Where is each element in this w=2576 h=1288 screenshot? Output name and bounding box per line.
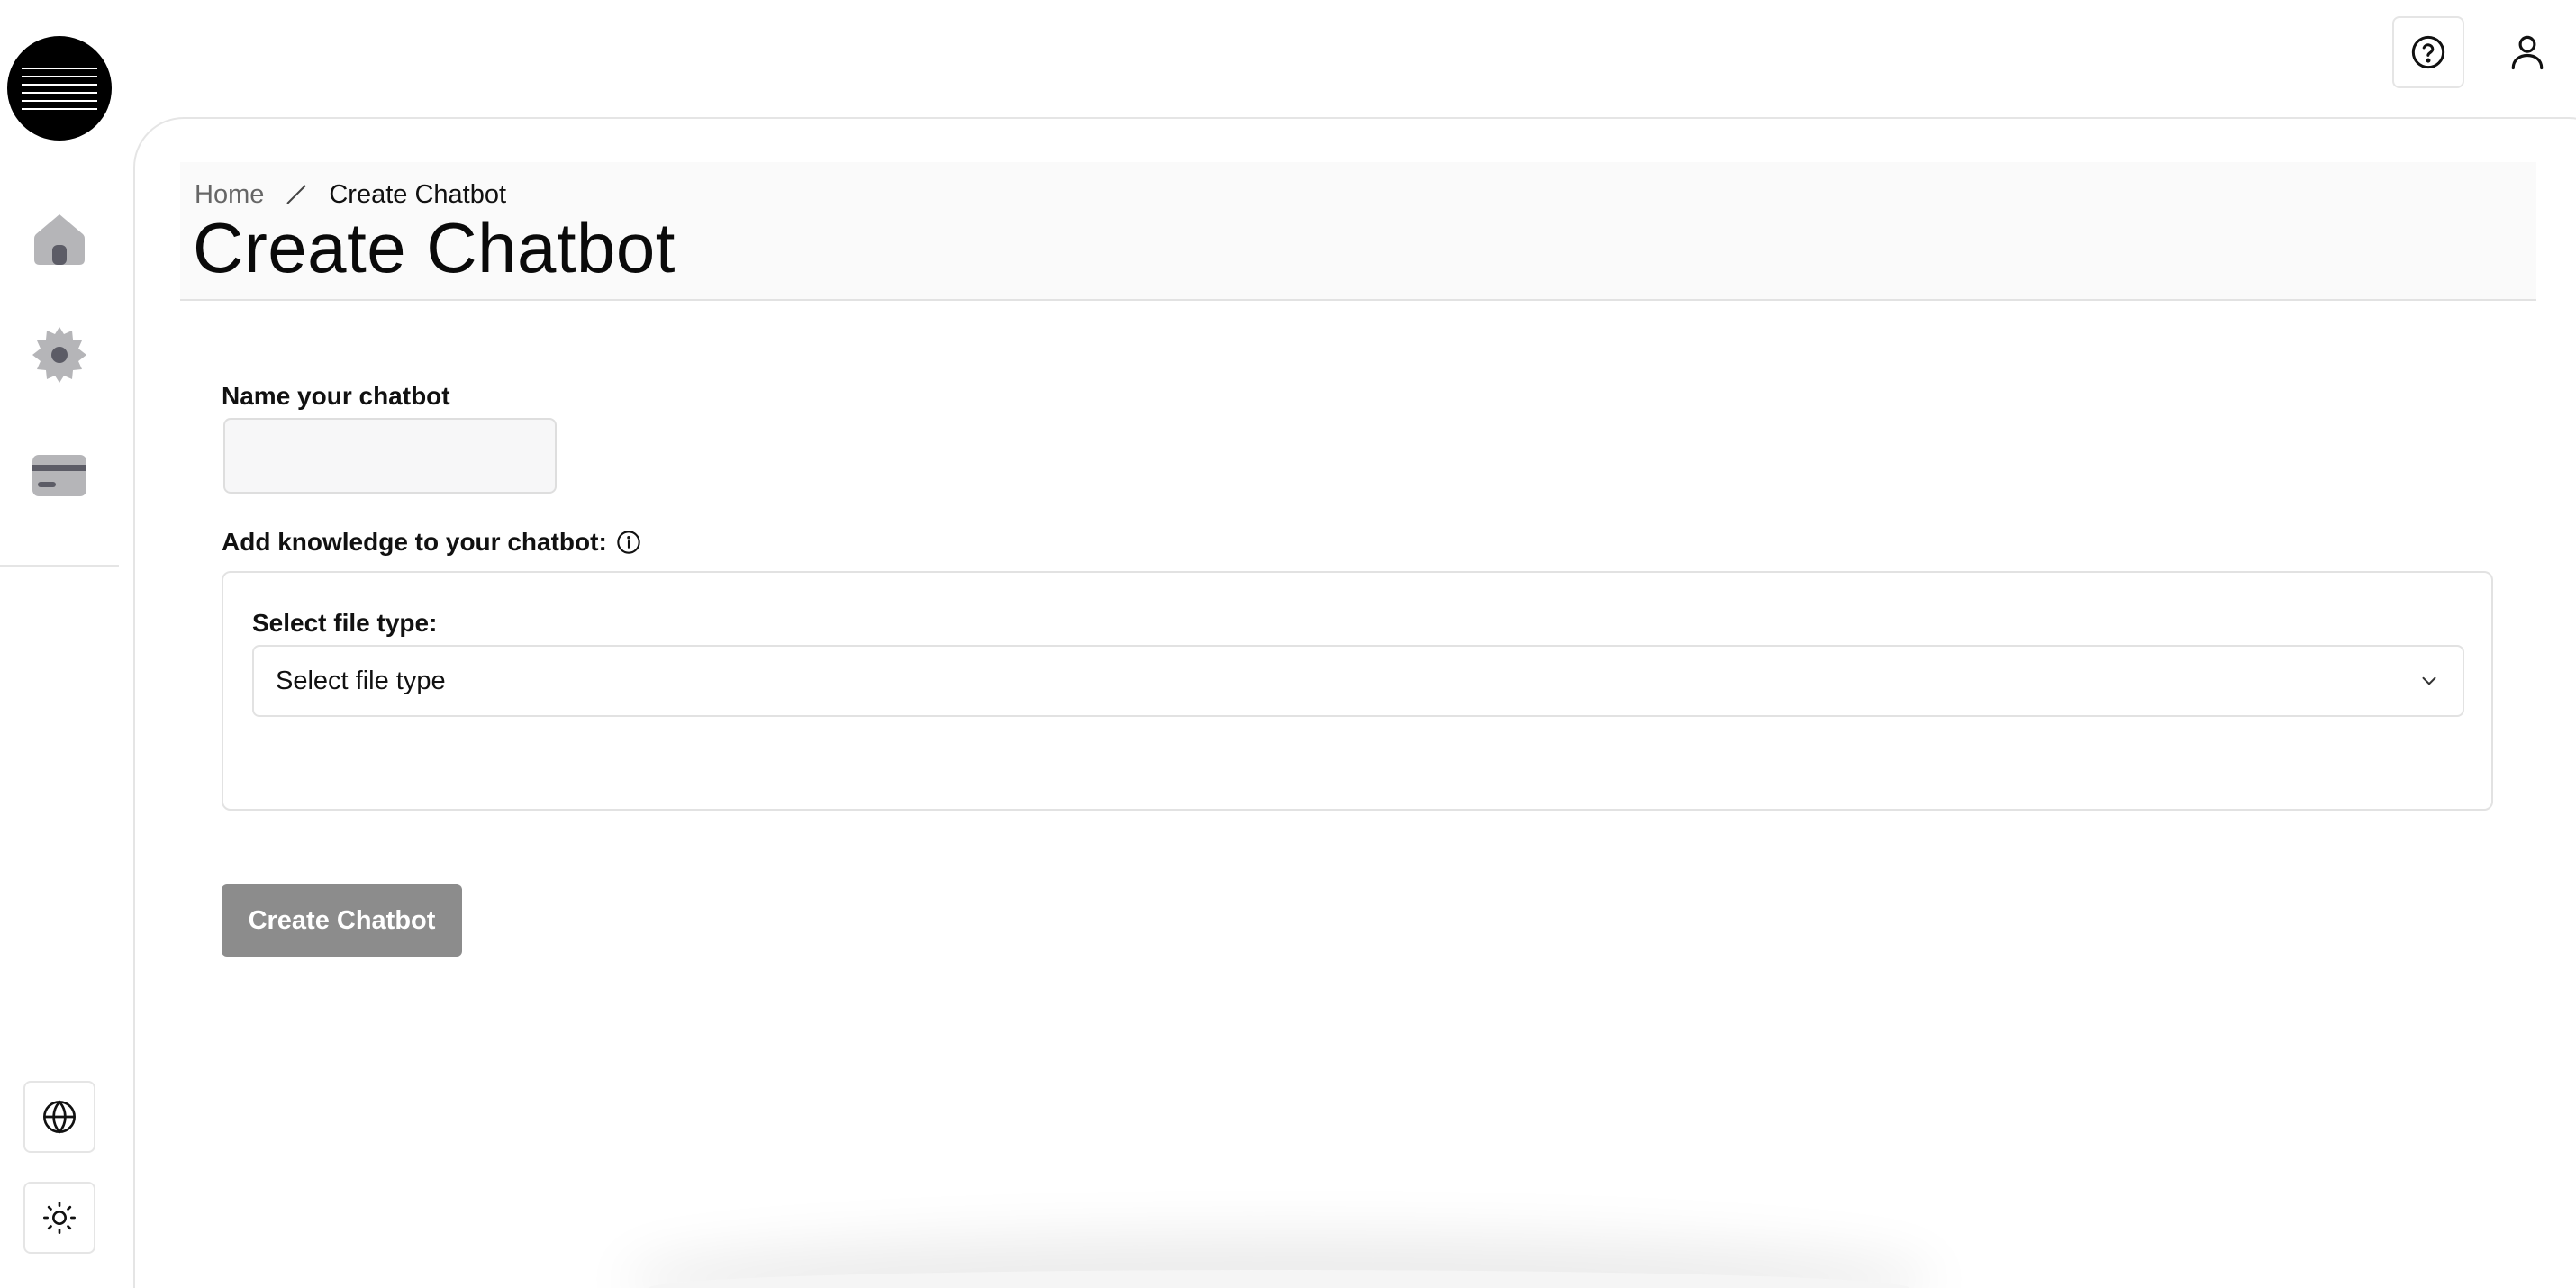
sidebar-item-billing[interactable] xyxy=(22,438,97,513)
home-icon xyxy=(34,214,85,265)
info-icon[interactable] xyxy=(616,530,641,555)
user-icon xyxy=(2511,35,2544,70)
page-title: Create Chatbot xyxy=(193,208,676,287)
sidebar xyxy=(0,0,119,1288)
file-type-select[interactable]: Select file type xyxy=(252,645,2464,717)
knowledge-panel: Select file type: Select file type xyxy=(222,571,2493,811)
chatbot-name-input[interactable] xyxy=(223,418,557,494)
help-button[interactable] xyxy=(2392,16,2464,88)
logo[interactable] xyxy=(7,36,112,141)
chevron-down-icon xyxy=(2422,676,2436,685)
knowledge-label: Add knowledge to your chatbot: xyxy=(222,528,641,557)
sidebar-item-settings[interactable] xyxy=(22,317,97,393)
file-type-select-value: Select file type xyxy=(276,666,446,695)
app-root: Home Create Chatbot Create Chatbot Name … xyxy=(0,0,2576,1288)
sidebar-divider xyxy=(0,565,119,567)
credit-card-icon xyxy=(32,455,86,496)
sun-icon xyxy=(43,1202,76,1234)
breadcrumb: Home Create Chatbot xyxy=(195,178,506,211)
theme-toggle-button[interactable] xyxy=(23,1182,95,1254)
gear-icon xyxy=(32,327,86,383)
help-circle-icon xyxy=(2411,35,2445,69)
breadcrumb-current: Create Chatbot xyxy=(329,179,507,209)
breadcrumb-home-link[interactable]: Home xyxy=(195,180,264,210)
name-field-label: Name your chatbot xyxy=(222,382,450,410)
breadcrumb-separator-icon xyxy=(284,182,309,207)
knowledge-label-text: Add knowledge to your chatbot: xyxy=(222,528,607,556)
sidebar-item-home[interactable] xyxy=(22,200,97,276)
page-header: Home Create Chatbot Create Chatbot xyxy=(180,162,2536,301)
globe-icon xyxy=(43,1100,76,1134)
user-menu-button[interactable] xyxy=(2491,16,2563,88)
file-type-label: Select file type: xyxy=(252,609,438,637)
language-button[interactable] xyxy=(23,1081,95,1153)
create-chatbot-button[interactable]: Create Chatbot xyxy=(222,884,462,957)
